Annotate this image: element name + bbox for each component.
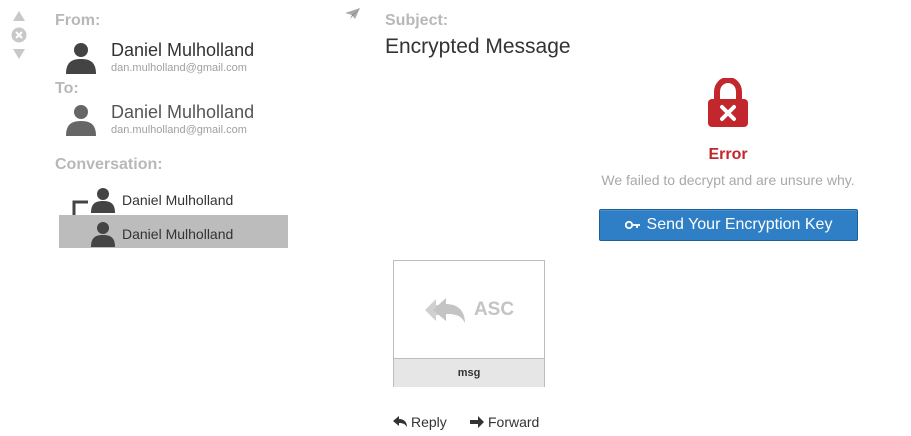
message-navigation xyxy=(10,8,28,64)
error-message: We failed to decrypt and are unsure why. xyxy=(601,172,855,188)
to-email: dan.mulholland@gmail.com xyxy=(111,124,247,136)
avatar-icon xyxy=(66,43,96,74)
to-recipient[interactable]: Daniel Mulholland dan.mulholland@gmail.c… xyxy=(63,102,254,138)
avatar-icon xyxy=(91,188,115,213)
key-icon xyxy=(624,220,640,230)
lock-error-icon xyxy=(708,78,748,127)
reply-icon xyxy=(393,416,407,427)
triangle-down-icon xyxy=(13,49,25,59)
paper-plane-icon xyxy=(345,8,360,19)
from-label: From: xyxy=(55,12,101,29)
attachment-filename: msg xyxy=(394,358,544,387)
attachment-type-label: ASC xyxy=(473,298,515,320)
from-email: dan.mulholland@gmail.com xyxy=(111,62,247,74)
previous-message-button[interactable] xyxy=(10,8,28,24)
to-label: To: xyxy=(55,80,79,97)
reply-button[interactable]: Reply xyxy=(393,414,447,430)
close-message-button[interactable] xyxy=(10,27,28,43)
avatar-icon xyxy=(66,105,96,136)
conversation-item-name: Daniel Mulholland xyxy=(122,192,234,208)
forward-label: Forward xyxy=(488,414,540,430)
triangle-up-icon xyxy=(13,11,25,21)
send-encryption-key-button[interactable]: Send Your Encryption Key xyxy=(599,209,858,241)
conversation-item-name: Daniel Mulholland xyxy=(122,226,234,242)
avatar-icon xyxy=(91,222,115,247)
conversation-item[interactable]: Daniel Mulholland xyxy=(88,186,233,214)
forward-arrow-icon xyxy=(470,416,484,428)
subject-title: Encrypted Message xyxy=(385,35,571,58)
send-encryption-key-label: Send Your Encryption Key xyxy=(646,216,833,233)
reply-label: Reply xyxy=(411,414,447,430)
attachment-preview: ASC xyxy=(394,261,544,358)
from-sender[interactable]: Daniel Mulholland dan.mulholland@gmail.c… xyxy=(63,40,254,76)
from-name: Daniel Mulholland xyxy=(111,40,255,60)
reply-all-icon xyxy=(424,297,465,323)
to-name: Daniel Mulholland xyxy=(111,102,255,122)
close-circle-icon xyxy=(11,27,27,43)
error-title: Error xyxy=(708,146,748,163)
conversation-item[interactable]: Daniel Mulholland xyxy=(88,220,233,248)
subject-label: Subject: xyxy=(385,12,449,29)
next-message-button[interactable] xyxy=(10,46,28,62)
conversation-label: Conversation: xyxy=(55,156,163,173)
forward-button[interactable]: Forward xyxy=(470,414,539,430)
attachment-tile[interactable]: ASC msg xyxy=(393,260,545,387)
